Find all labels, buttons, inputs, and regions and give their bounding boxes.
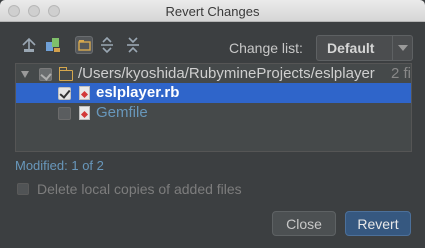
- diff-icon[interactable]: [44, 36, 62, 54]
- changelist-value: Default: [327, 40, 375, 56]
- delete-local-checkbox[interactable]: [17, 183, 29, 195]
- changes-tree[interactable]: /Users/kyoshida/RubymineProjects/eslplay…: [15, 63, 412, 152]
- title-bar: Revert Changes: [0, 0, 425, 22]
- delete-local-label[interactable]: Delete local copies of added files: [37, 181, 242, 197]
- changelist-select[interactable]: Default: [316, 35, 413, 61]
- tree-row-file[interactable]: eslplayer.rb: [16, 83, 411, 103]
- ruby-file-icon: [79, 106, 90, 120]
- root-path: /Users/kyoshida/RubymineProjects/eslplay…: [78, 65, 375, 82]
- changelist-label: Change list:: [229, 40, 303, 56]
- collapse-all-icon[interactable]: [124, 36, 142, 54]
- collapse-icon[interactable]: [20, 36, 38, 54]
- root-checkbox[interactable]: [39, 68, 52, 81]
- modified-status: Modified: 1 of 2: [15, 158, 104, 173]
- folder-icon: [59, 67, 73, 81]
- revert-changes-dialog: Revert Changes Change list: Default /Use…: [0, 0, 425, 248]
- window-title: Revert Changes: [165, 4, 260, 19]
- tree-row-root[interactable]: /Users/kyoshida/RubymineProjects/eslplay…: [16, 64, 412, 84]
- file-name: Gemfile: [96, 104, 148, 121]
- file-name: eslplayer.rb: [96, 84, 180, 101]
- chevron-down-icon[interactable]: [392, 36, 412, 60]
- toolbar: Change list: Default: [0, 33, 425, 61]
- file-checkbox[interactable]: [58, 107, 71, 120]
- ruby-file-icon: [79, 86, 90, 100]
- close-button[interactable]: Close: [272, 211, 336, 236]
- file-checkbox[interactable]: [58, 87, 71, 100]
- group-by-directory-icon[interactable]: [75, 36, 93, 54]
- expand-all-icon[interactable]: [98, 36, 116, 54]
- tree-row-file[interactable]: Gemfile: [16, 103, 411, 123]
- revert-button[interactable]: Revert: [345, 211, 411, 236]
- expand-arrow-icon[interactable]: [21, 71, 29, 78]
- root-file-count: 2 fi: [391, 65, 412, 82]
